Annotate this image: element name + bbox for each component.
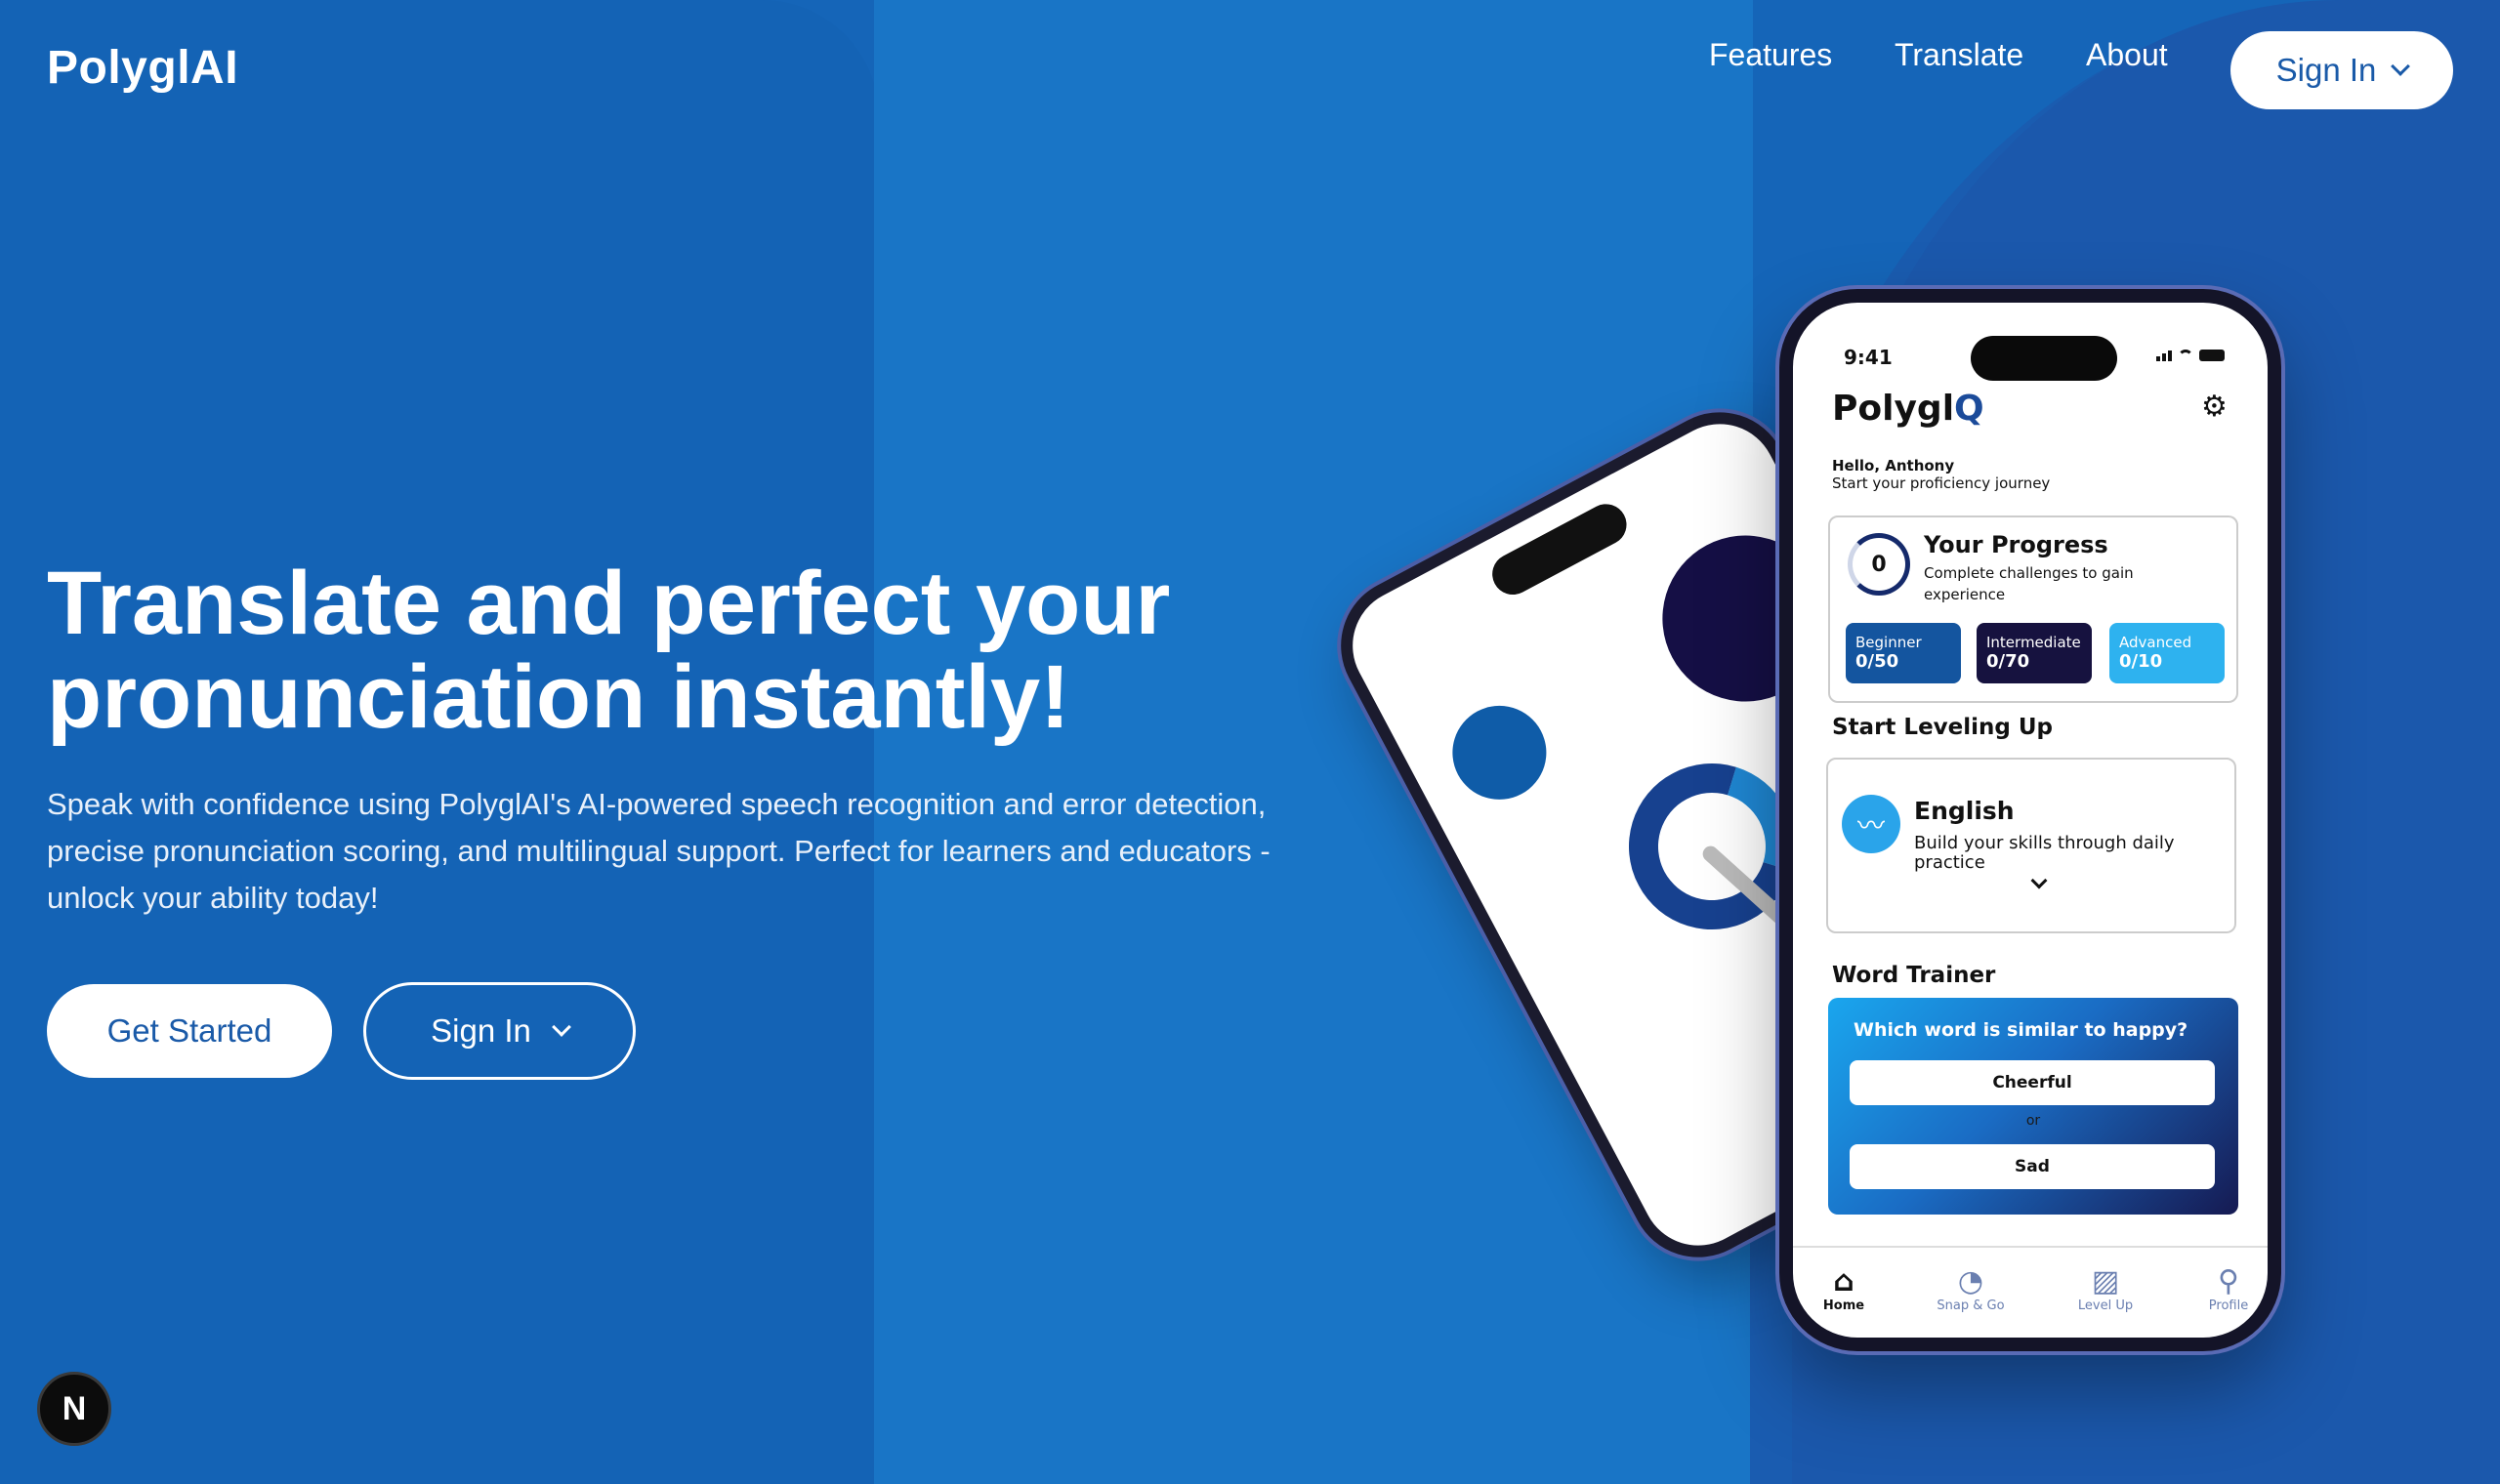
leveling-heading: Start Leveling Up — [1832, 715, 2054, 740]
hero-description: Speak with confidence using PolyglAI's A… — [47, 787, 1271, 915]
phone-mockup-front: 9:41 PolyglQ ⚙ Hello, Anthony Start your… — [1779, 289, 2281, 1351]
nav-translate[interactable]: Translate — [1895, 37, 2023, 73]
level-value: 0/50 — [1855, 651, 1899, 672]
progress-title: Your Progress — [1924, 531, 2108, 558]
or-divider: or — [2025, 1113, 2041, 1129]
nav-features[interactable]: Features — [1709, 37, 1832, 73]
answer-option-sad[interactable]: Sad — [1850, 1144, 2215, 1189]
greeting-subtitle: Start your proficiency journey — [1832, 474, 2051, 492]
tab-profile[interactable]: ⚲ Profile — [2180, 1264, 2268, 1314]
header-signin-label: Sign In — [2275, 52, 2377, 88]
progress-ring: 0 — [1848, 533, 1910, 596]
hero-title: Translate and perfect your pronunciation… — [47, 554, 1171, 747]
level-advanced[interactable]: Advanced 0/10 — [2109, 623, 2225, 683]
language-title: English — [1914, 797, 2015, 825]
answer-option-cheerful[interactable]: Cheerful — [1850, 1060, 2215, 1105]
language-card-english[interactable]: 〰 English Build your skills through dail… — [1826, 758, 2236, 933]
app-logo-text: Polygl — [1832, 389, 1955, 429]
chevron-down-icon — [551, 1017, 571, 1037]
tab-bar: ⌂ Home ◔ Snap & Go ▨ Level Up ⚲ Profile — [1793, 1246, 2268, 1338]
tab-snap-go[interactable]: ◔ Snap & Go — [1922, 1264, 2020, 1314]
site-logo[interactable]: PolyglAI — [47, 41, 238, 95]
app-logo: PolyglQ — [1832, 389, 1984, 429]
tab-label: Home — [1822, 1298, 1865, 1313]
level-value: 0/10 — [2119, 651, 2163, 672]
hero-signin-label: Sign In — [431, 1012, 531, 1049]
get-started-button[interactable]: Get Started — [47, 984, 332, 1078]
word-trainer-card: Which word is similar to happy? Cheerful… — [1828, 998, 2238, 1215]
tab-label: Snap & Go — [1937, 1298, 2005, 1313]
word-trainer-heading: Word Trainer — [1832, 963, 1996, 988]
nextjs-dev-badge[interactable]: N — [37, 1372, 111, 1446]
level-label: Intermediate — [1986, 634, 2081, 651]
progress-subtitle: Complete challenges to gain experience — [1924, 564, 2134, 603]
phone-screen: 9:41 PolyglQ ⚙ Hello, Anthony Start your… — [1793, 303, 2268, 1338]
level-intermediate[interactable]: Intermediate 0/70 — [1977, 623, 2092, 683]
profile-icon: ⚲ — [2218, 1264, 2239, 1298]
hero-signin-button[interactable]: Sign In — [363, 982, 636, 1080]
battery-icon — [2199, 350, 2225, 361]
tab-label: Profile — [2208, 1298, 2249, 1313]
language-description: Build your skills through daily practice — [1914, 833, 2175, 873]
status-icons — [2156, 350, 2225, 361]
chart-icon: ▨ — [2091, 1264, 2120, 1298]
header-signin-button[interactable]: Sign In — [2230, 31, 2453, 109]
trend-icon: 〰 — [1842, 795, 1900, 853]
level-label: Advanced — [2119, 634, 2192, 651]
level-label: Beginner — [1855, 634, 1922, 651]
level-value: 0/70 — [1986, 651, 2030, 672]
snap-icon: ◔ — [1957, 1264, 1984, 1298]
status-time: 9:41 — [1844, 346, 1893, 369]
gear-icon[interactable]: ⚙ — [2201, 392, 2230, 422]
chevron-down-icon[interactable] — [2030, 872, 2048, 889]
tab-level-up[interactable]: ▨ Level Up — [2057, 1264, 2154, 1314]
progress-card[interactable]: 0 Your Progress Complete challenges to g… — [1828, 515, 2238, 703]
decor-circle — [1436, 688, 1563, 816]
home-icon: ⌂ — [1833, 1264, 1854, 1298]
wifi-icon — [2178, 350, 2193, 361]
tab-label: Level Up — [2077, 1298, 2134, 1313]
dynamic-island — [1971, 336, 2117, 381]
level-beginner[interactable]: Beginner 0/50 — [1846, 623, 1961, 683]
greeting: Hello, Anthony — [1832, 457, 1955, 474]
chevron-down-icon — [2391, 57, 2411, 76]
nav-about[interactable]: About — [2086, 37, 2168, 73]
signal-icon — [2156, 350, 2172, 361]
tab-home[interactable]: ⌂ Home — [1795, 1264, 1893, 1314]
app-logo-mark: Q — [1954, 389, 1984, 429]
word-question: Which word is similar to happy? — [1854, 1019, 2188, 1041]
